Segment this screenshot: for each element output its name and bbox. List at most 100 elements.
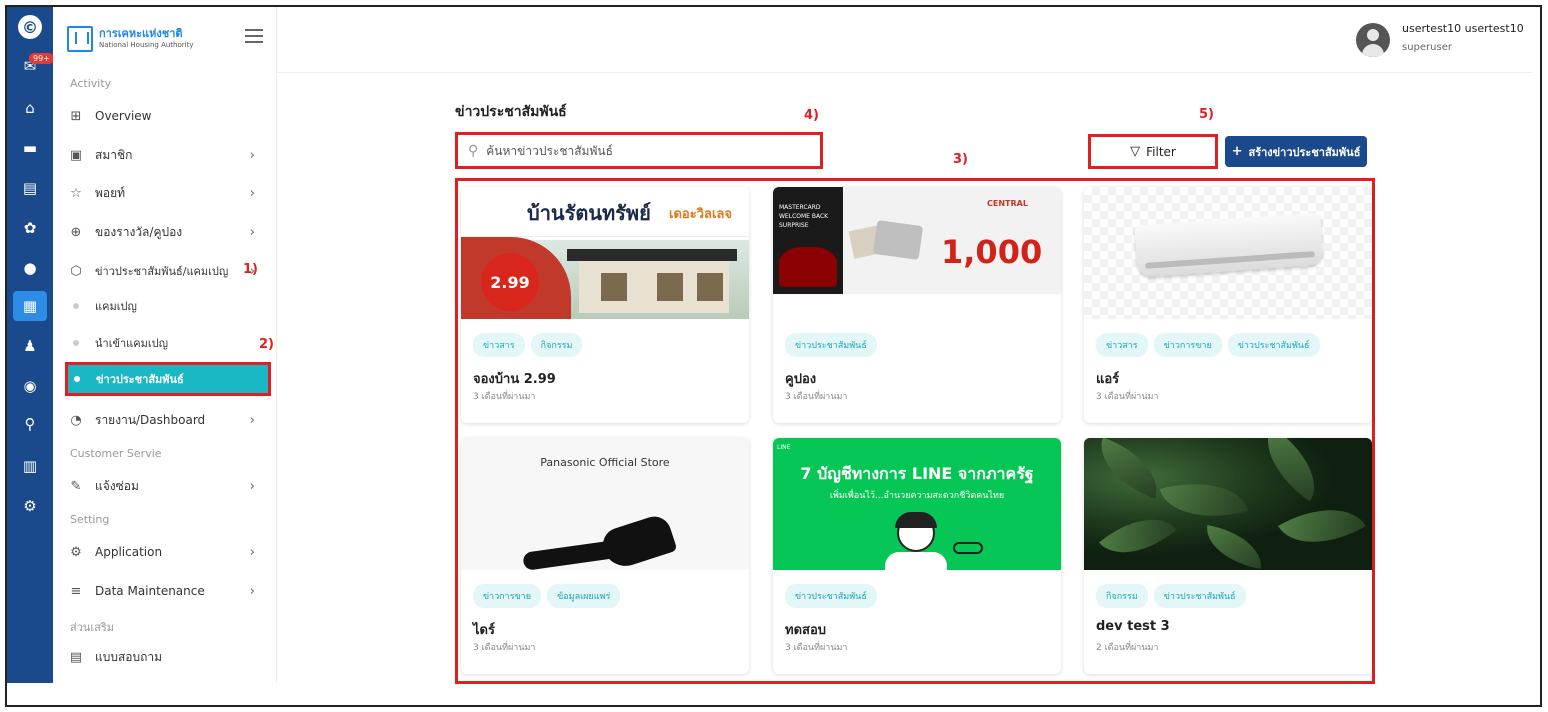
gear-icon: ⚙ (70, 544, 82, 560)
wrench-icon: ✎ (70, 478, 82, 494)
sidebar-item-label: ข่าวประชาสัมพันธ์/แคมเปญ (95, 265, 229, 278)
gear-icon[interactable]: ✿ (7, 215, 53, 241)
sidebar-item-label: นำเข้าแคมเปญ (95, 337, 168, 350)
search-input[interactable] (486, 143, 807, 158)
sidebar-item-rewards[interactable]: ⊕ ของรางวัล/คูปอง › (67, 219, 267, 245)
news-card[interactable]: กิจกรรม ข่าวประชาสัมพันธ์ dev test 3 2 เ… (1084, 438, 1372, 674)
card-title: จองบ้าน 2.99 (473, 372, 556, 387)
tag[interactable]: ข่าวประชาสัมพันธ์ (1153, 584, 1246, 608)
sidebar-item-label: สมาชิก (95, 147, 133, 162)
sidebar-item-news-campaign[interactable]: ⬡ ข่าวประชาสัมพันธ์/แคมเปญ › (67, 258, 267, 284)
cogs-icon[interactable]: ⚙ (7, 493, 53, 519)
sidebar-item-label: Data Maintenance (95, 584, 205, 598)
page-title: ข่าวประชาสัมพันธ์ (455, 104, 567, 120)
cards-icon[interactable]: ▬ (7, 135, 53, 161)
image-subtitle: เดอะวิลเลจ (669, 207, 732, 222)
sidebar-item-repair[interactable]: ✎ แจ้งซ่อม › (67, 473, 267, 499)
news-card[interactable]: Panasonic Official Store ข่าวการขาย ข้อม… (461, 438, 749, 674)
tag[interactable]: ข้อมูลเผยแพร่ (547, 584, 621, 608)
dot-icon (73, 340, 79, 346)
sidebar-subitem-import-campaign[interactable]: นำเข้าแคมเปญ (67, 330, 267, 356)
chevron-right-icon: › (249, 583, 255, 599)
chevron-right-icon: › (249, 224, 255, 240)
sidebar-subitem-campaign[interactable]: แคมเปญ (67, 293, 267, 319)
search-box[interactable]: ⚲ (455, 132, 823, 169)
create-news-button[interactable]: + สร้างข่าวประชาสัมพันธ์ (1225, 136, 1367, 167)
search-icon[interactable]: ⚲ (7, 411, 53, 437)
annotation-3: 3) (953, 152, 968, 167)
sidebar-item-label: Overview (95, 109, 152, 123)
tag[interactable]: ข่าวประชาสัมพันธ์ (1227, 333, 1320, 357)
image-brand: CENTRAL (987, 199, 1028, 208)
image-small-text: LINE (777, 444, 791, 451)
sidebar-item-label: Application (95, 545, 163, 559)
sidebar-item-survey[interactable]: ▤ แบบสอบถาม (67, 644, 267, 670)
sidebar-item-member[interactable]: ▣ สมาชิก › (67, 142, 267, 168)
sidebar-item-label: รายงาน/Dashboard (95, 412, 206, 427)
news-image-house: บ้านรัตนทรัพย์ เดอะวิลเลจ 2.99 (461, 187, 749, 319)
cube-icon: ⬡ (70, 263, 82, 279)
brand[interactable]: การเคหะแห่งชาติ National Housing Authori… (67, 26, 193, 52)
gift-icon: ⊕ (70, 224, 82, 240)
top-header: usertest10 usertest10 superuser (277, 7, 1532, 73)
group-icon[interactable]: ♟ (7, 333, 53, 359)
sidebar-item-label: ข่าวประชาสัมพันธ์ (96, 373, 184, 386)
card-timestamp: 3 เดือนที่ผ่านมา (1096, 392, 1159, 402)
card-title: ไดร์ (473, 623, 495, 638)
section-activity: Activity (70, 77, 112, 90)
tag[interactable]: ข่าวประชาสัมพันธ์ (785, 584, 877, 608)
card-title: ทดสอบ (785, 623, 827, 638)
tag[interactable]: ข่าวสาร (1096, 333, 1148, 357)
section-setting: Setting (70, 513, 110, 526)
tag[interactable]: ข่าวการขาย (473, 584, 542, 608)
notification-badge: 99+ (29, 53, 54, 64)
sidebar-item-points[interactable]: ☆ พอยท์ › (67, 180, 267, 206)
brand-name-th: การเคหะแห่งชาติ (99, 27, 183, 40)
dot-icon (73, 303, 79, 309)
dashboard-icon[interactable]: ▦ (13, 291, 47, 321)
image-left-text: MASTERCARD WELCOME BACK SURPRISE (779, 204, 829, 229)
section-extra: ส่วนเสริม (70, 621, 115, 634)
settings-icon[interactable]: ◉ (7, 373, 53, 399)
filter-icon: ▽ (1130, 144, 1141, 159)
user-icon[interactable]: ● (7, 255, 53, 281)
news-card[interactable]: LINE 7 บัญชีทางการ LINE จากภาครัฐ เพิ่มเ… (773, 438, 1061, 674)
logo-icon[interactable]: © (18, 15, 42, 39)
tag[interactable]: ข่าวประชาสัมพันธ์ (785, 333, 877, 357)
card-title: คูปอง (785, 372, 817, 387)
filter-button[interactable]: ▽ Filter (1088, 134, 1218, 169)
sidebar-item-label: ของรางวัล/คูปอง (95, 224, 183, 239)
news-card[interactable]: บ้านรัตนทรัพย์ เดอะวิลเลจ 2.99 ข่าวสาร ก… (461, 187, 749, 423)
tag[interactable]: กิจกรรม (1096, 584, 1148, 608)
sidebar-item-overview[interactable]: ⊞ Overview (67, 103, 267, 129)
sidebar-subitem-news[interactable]: ข่าวประชาสัมพันธ์ (65, 362, 271, 396)
app-frame: © ✉ 99+ ⌂ ▬ ▤ ✿ ● ▦ ♟ ◉ ⚲ ▥ ⚙ การเคหะแห่… (5, 5, 1542, 707)
hamburger-menu-icon[interactable] (245, 29, 263, 43)
sidebar-item-data-maintenance[interactable]: ≡ Data Maintenance › (67, 578, 267, 604)
avatar[interactable] (1356, 23, 1390, 57)
news-card[interactable]: MASTERCARD WELCOME BACK SURPRISE CENTRAL… (773, 187, 1061, 423)
tag[interactable]: กิจกรรม (530, 333, 583, 357)
sidebar-item-report[interactable]: ◔ รายงาน/Dashboard › (67, 407, 267, 433)
icon-rail: © ✉ 99+ ⌂ ▬ ▤ ✿ ● ▦ ♟ ◉ ⚲ ▥ ⚙ (7, 7, 54, 683)
sidebar-item-application[interactable]: ⚙ Application › (67, 539, 267, 565)
card-timestamp: 2 เดือนที่ผ่านมา (1096, 643, 1159, 653)
annotation-1: 1) (243, 262, 258, 277)
tag[interactable]: ข่าวการขาย (1153, 333, 1222, 357)
survey-icon: ▤ (69, 649, 83, 665)
chart-icon[interactable]: ▥ (7, 453, 53, 479)
nha-logo-icon (67, 26, 93, 52)
home-icon[interactable]: ⌂ (7, 95, 53, 121)
news-card[interactable]: ข่าวสาร ข่าวการขาย ข่าวประชาสัมพันธ์ แอร… (1084, 187, 1372, 423)
user-name[interactable]: usertest10 usertest10 (1402, 22, 1524, 35)
image-headline: 7 บัญชีทางการ LINE จากภาครัฐ (800, 464, 1034, 483)
image-headline: บ้านรัตนทรัพย์ (527, 201, 651, 225)
document-icon[interactable]: ▤ (7, 175, 53, 201)
search-icon: ⚲ (468, 142, 479, 159)
card-timestamp: 3 เดือนที่ผ่านมา (473, 643, 536, 653)
annotation-5: 5) (1199, 107, 1214, 122)
member-icon: ▣ (69, 147, 83, 163)
tag[interactable]: ข่าวสาร (473, 333, 525, 357)
card-timestamp: 3 เดือนที่ผ่านมา (473, 392, 536, 402)
image-store: Panasonic Official Store (540, 456, 670, 469)
